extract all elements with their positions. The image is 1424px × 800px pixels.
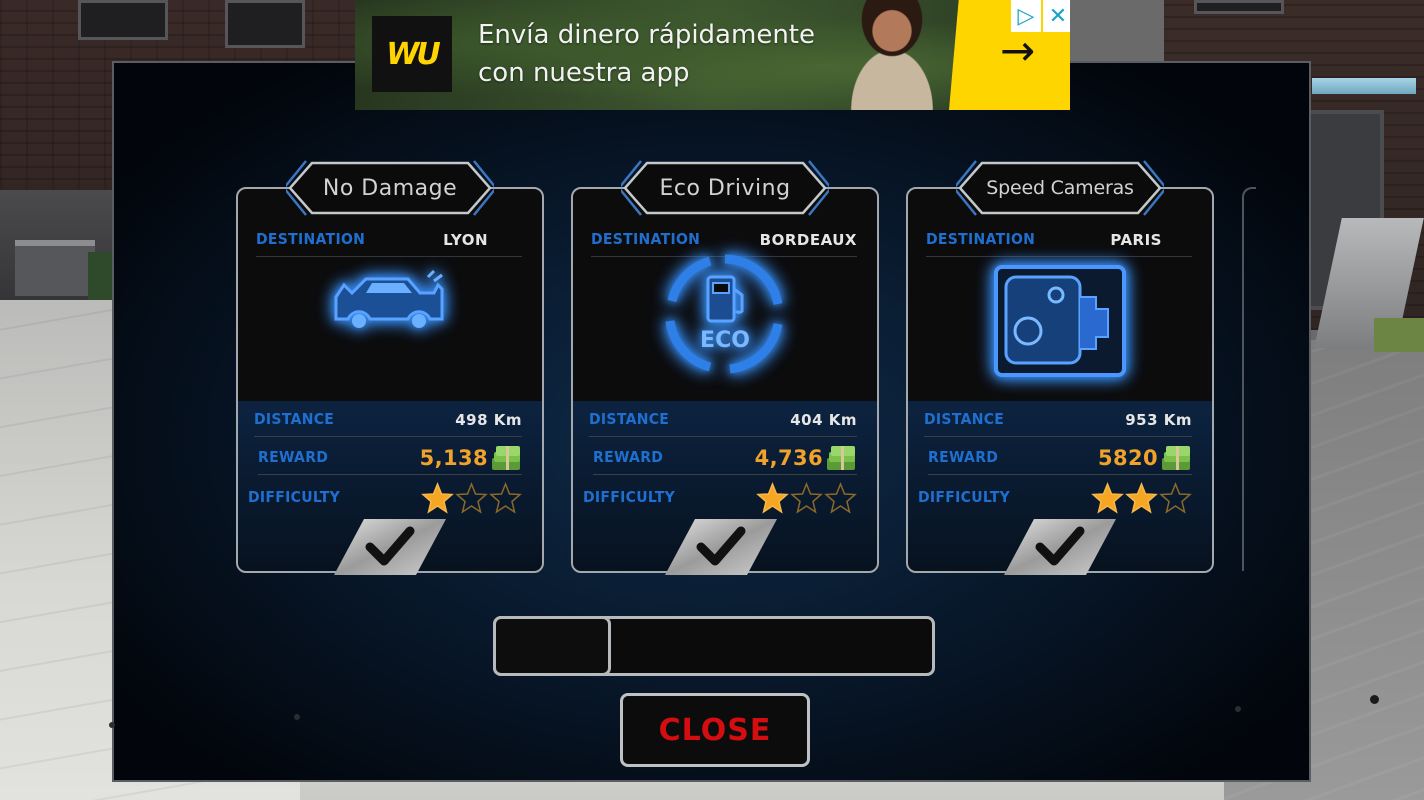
star-empty-icon bbox=[489, 481, 522, 514]
mission-title-badge: Eco Driving bbox=[621, 159, 829, 217]
grass bbox=[1374, 318, 1424, 352]
distance-row: DISTANCE 953 Km bbox=[924, 403, 1192, 437]
money-stack-icon bbox=[492, 445, 520, 470]
touch-marker bbox=[1235, 706, 1241, 712]
speed-camera-icon bbox=[994, 265, 1126, 377]
planter bbox=[15, 240, 95, 296]
accept-mission-button[interactable] bbox=[334, 519, 446, 575]
ad-headline-line2: con nuestra app bbox=[478, 58, 690, 88]
star-filled-icon bbox=[1125, 481, 1158, 514]
star-empty-icon bbox=[455, 481, 488, 514]
touch-marker bbox=[1370, 695, 1379, 704]
touch-marker bbox=[294, 714, 300, 720]
reward-row: REWARD 4,736 bbox=[593, 441, 857, 475]
difficulty-row: DIFFICULTY bbox=[583, 481, 857, 515]
distance-value: 953 Km bbox=[1125, 410, 1192, 429]
reward-label: REWARD bbox=[258, 449, 329, 466]
adchoices-icon[interactable]: ▷ bbox=[1011, 0, 1041, 32]
difficulty-stars bbox=[421, 481, 522, 515]
star-filled-icon bbox=[421, 481, 454, 514]
destination-row: DESTINATION PARIS bbox=[926, 223, 1192, 257]
difficulty-row: DIFFICULTY bbox=[918, 481, 1192, 515]
reward-value: 4,736 bbox=[754, 445, 823, 470]
distance-label: DISTANCE bbox=[924, 411, 1005, 428]
destination-label: DESTINATION bbox=[926, 231, 1036, 248]
reward-label: REWARD bbox=[928, 449, 999, 466]
distance-row: DISTANCE 498 Km bbox=[254, 403, 522, 437]
window bbox=[225, 0, 305, 48]
mission-select-dialog: No Damage DESTINATION LYON DISTANCE 498 … bbox=[109, 61, 1311, 782]
money-stack-icon bbox=[827, 445, 855, 470]
accept-mission-button[interactable] bbox=[665, 519, 777, 575]
reward-value: 5,138 bbox=[419, 445, 488, 470]
money-stack-icon bbox=[1162, 445, 1190, 470]
ad-banner[interactable]: WU Envía dinero rápidamente con nuestra … bbox=[355, 0, 1070, 110]
distance-label: DISTANCE bbox=[254, 411, 335, 428]
eco-fuel-pump-icon: ECO bbox=[665, 254, 783, 374]
mission-title: Speed Cameras bbox=[986, 177, 1134, 199]
eco-text: ECO bbox=[700, 328, 750, 353]
mission-title: No Damage bbox=[322, 175, 458, 201]
accept-mission-button[interactable] bbox=[1004, 519, 1116, 575]
mission-title-badge: No Damage bbox=[286, 159, 494, 217]
western-union-logo: WU bbox=[372, 16, 452, 92]
difficulty-label: DIFFICULTY bbox=[583, 489, 676, 507]
ad-close-icon[interactable]: ✕ bbox=[1043, 0, 1070, 32]
distance-value: 404 Km bbox=[790, 410, 857, 429]
window bbox=[1194, 0, 1284, 14]
destination-value: PARIS bbox=[1110, 230, 1162, 249]
damaged-car-icon bbox=[334, 269, 444, 328]
difficulty-row: DIFFICULTY bbox=[248, 481, 522, 515]
difficulty-stars bbox=[756, 481, 857, 515]
touch-marker bbox=[109, 722, 115, 728]
mission-title-badge: Speed Cameras bbox=[956, 159, 1164, 217]
hedge bbox=[88, 252, 112, 300]
ad-photo-person bbox=[817, 0, 967, 110]
ad-headline: Envía dinero rápidamente con nuestra app bbox=[478, 16, 815, 92]
difficulty-label: DIFFICULTY bbox=[918, 489, 1011, 507]
destination-value: LYON bbox=[443, 230, 488, 249]
arrow-right-icon[interactable]: → bbox=[1000, 30, 1035, 72]
destination-label: DESTINATION bbox=[256, 231, 366, 248]
window bbox=[78, 0, 168, 40]
reward-row: REWARD 5,138 bbox=[258, 441, 522, 475]
brand-logo-text: WU bbox=[386, 36, 440, 72]
mission-card[interactable]: Eco Driving DESTINATION BORDEAUX ECO DIS… bbox=[571, 160, 879, 575]
scrollbar-thumb[interactable] bbox=[493, 616, 611, 676]
difficulty-label: DIFFICULTY bbox=[248, 489, 341, 507]
destination-label: DESTINATION bbox=[591, 231, 701, 248]
difficulty-stars bbox=[1091, 481, 1192, 515]
close-button[interactable]: CLOSE bbox=[620, 693, 810, 767]
distance-row: DISTANCE 404 Km bbox=[589, 403, 857, 437]
reward-label: REWARD bbox=[593, 449, 664, 466]
star-filled-icon bbox=[1091, 481, 1124, 514]
star-empty-icon bbox=[1159, 481, 1192, 514]
reward-value: 5820 bbox=[1097, 445, 1158, 470]
ad-headline-line1: Envía dinero rápidamente bbox=[478, 20, 815, 50]
reward-row: REWARD 5820 bbox=[928, 441, 1192, 475]
awning bbox=[1312, 78, 1416, 94]
star-empty-icon bbox=[790, 481, 823, 514]
distance-label: DISTANCE bbox=[589, 411, 670, 428]
mission-title: Eco Driving bbox=[659, 175, 791, 201]
star-filled-icon bbox=[756, 481, 789, 514]
destination-row: DESTINATION LYON bbox=[256, 223, 522, 257]
mission-card[interactable]: Speed Cameras DESTINATION PARIS DISTANCE… bbox=[906, 160, 1214, 575]
distance-value: 498 Km bbox=[455, 410, 522, 429]
mission-card[interactable]: No Damage DESTINATION LYON DISTANCE 498 … bbox=[236, 160, 544, 575]
destination-value: BORDEAUX bbox=[759, 230, 857, 249]
mission-list-scrollbar[interactable] bbox=[493, 616, 935, 676]
star-empty-icon bbox=[824, 481, 857, 514]
next-mission-card-edge[interactable] bbox=[1242, 187, 1256, 571]
